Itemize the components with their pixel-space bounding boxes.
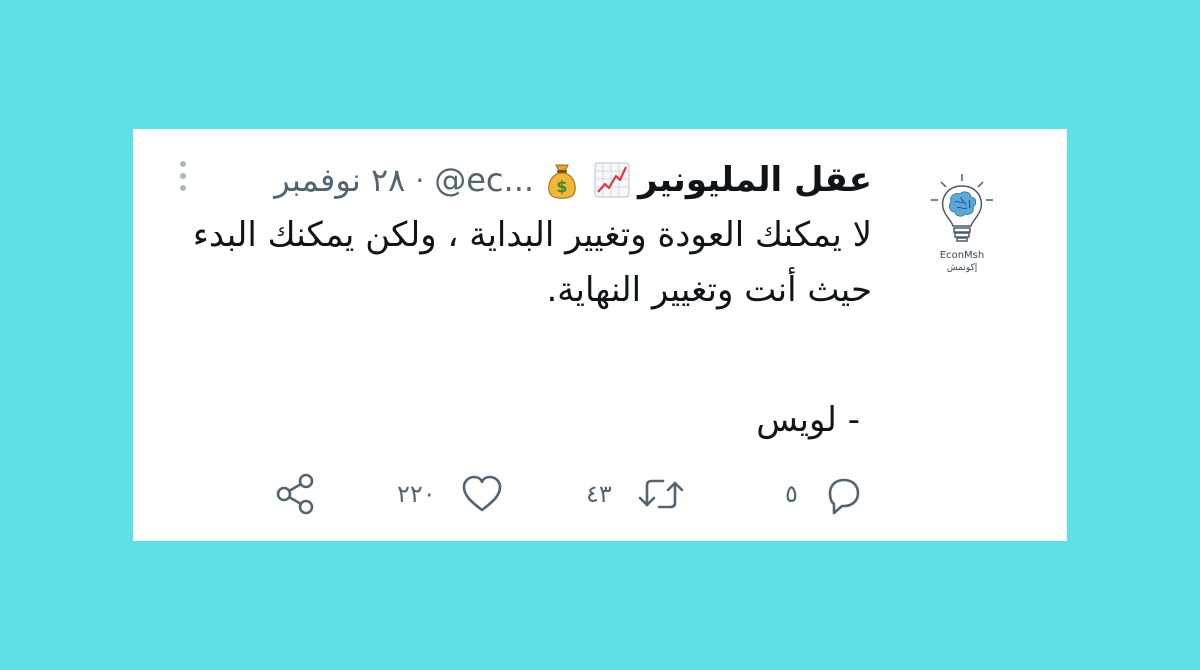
money-bag-icon: $ — [548, 164, 576, 199]
avatar-subtitle: إكونمش — [946, 263, 978, 273]
share-icon — [276, 473, 314, 515]
tweet-signature: - لويس — [756, 400, 860, 440]
retweet-button[interactable]: ٤٣ — [586, 472, 686, 516]
svg-text:$: $ — [556, 177, 567, 196]
user-handle[interactable]: @ec... — [434, 161, 534, 199]
like-button[interactable]: ٢٢٠ — [397, 472, 504, 516]
avatar[interactable]: EconMsh إكونمش — [908, 172, 1016, 280]
separator-dot: · — [415, 163, 425, 197]
share-button[interactable] — [274, 472, 318, 516]
retweet-icon — [638, 479, 684, 509]
more-options-icon[interactable] — [178, 159, 188, 193]
tweet-text: لا يمكنك العودة وتغيير البداية ، ولكن يم… — [192, 215, 872, 310]
retweet-count: ٤٣ — [586, 480, 612, 508]
reply-icon — [828, 478, 860, 515]
reply-count: ٥ — [785, 480, 798, 508]
tweet-date[interactable]: ٢٨ نوفمبر — [274, 161, 405, 199]
like-count: ٢٢٠ — [397, 480, 436, 508]
display-name[interactable]: عقل المليونير — [638, 160, 872, 200]
lightbulb-brain-icon — [931, 174, 993, 242]
heart-icon — [462, 475, 501, 512]
chart-increasing-icon — [594, 162, 630, 198]
tweet-header: عقل المليونير $ @ec... · ٢٨ نوفمبر — [274, 150, 872, 210]
reply-button[interactable]: ٥ — [785, 472, 864, 516]
avatar-name: EconMsh — [939, 250, 985, 261]
